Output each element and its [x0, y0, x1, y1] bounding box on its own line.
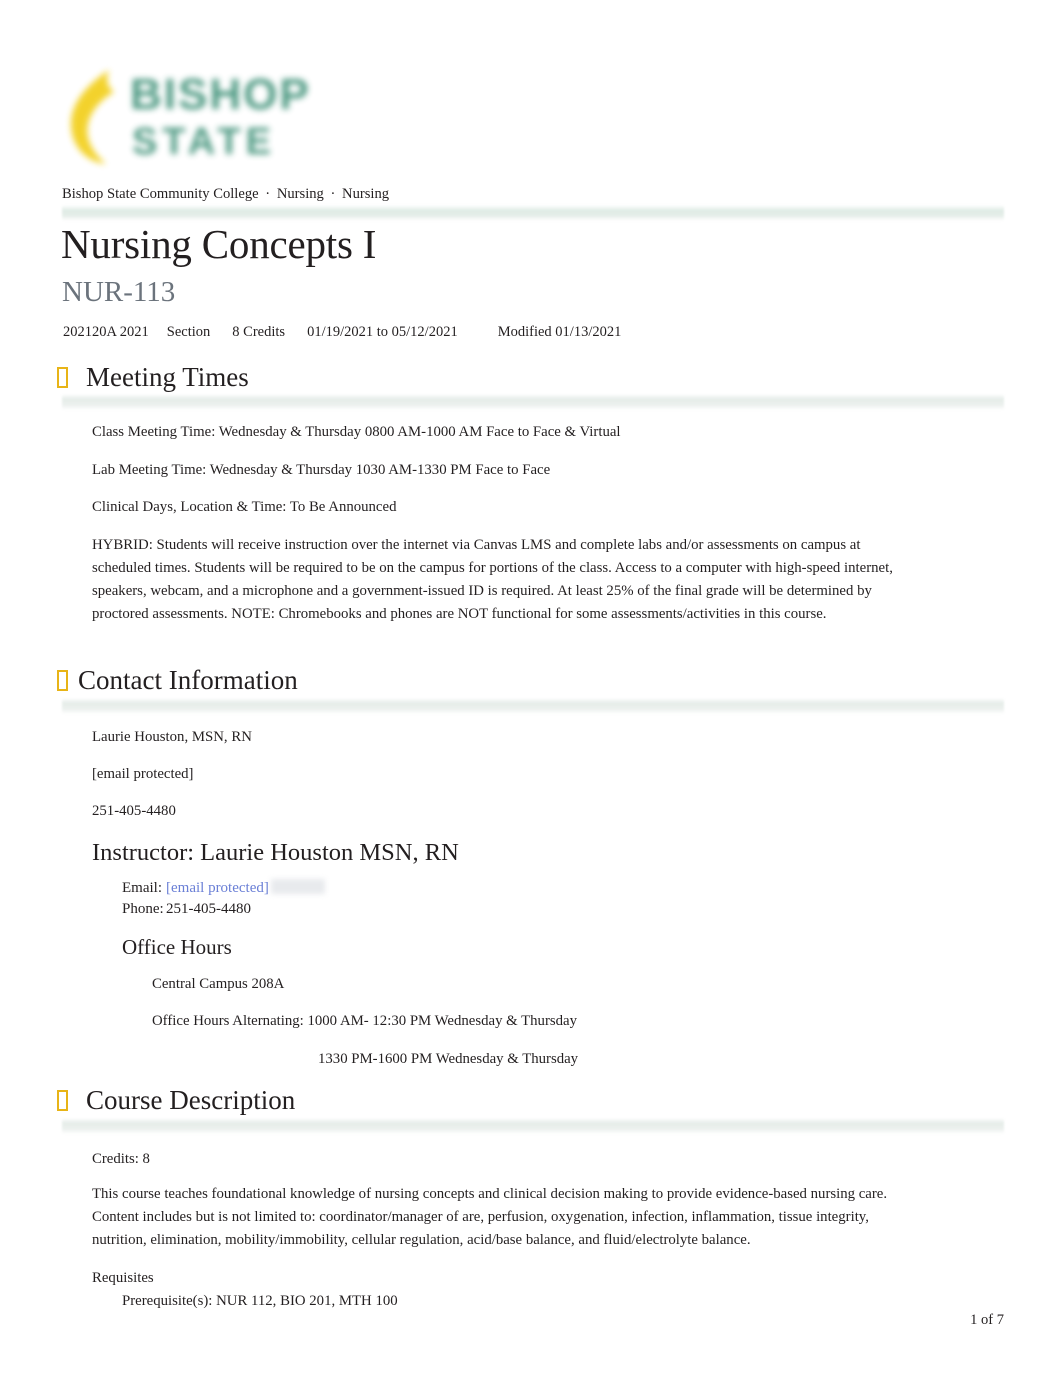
office-hours-heading: Office Hours — [122, 935, 232, 959]
institution-logo: BISHOP STATE — [62, 58, 342, 178]
section-heading-contact-information: Contact Information — [57, 664, 298, 696]
meta-section: Section — [166, 324, 211, 340]
section-heading-course-description: Course Description — [57, 1084, 295, 1116]
logo-wordmark-top: BISHOP — [130, 70, 311, 119]
requisites-label: Requisites — [92, 1270, 154, 1286]
page-title: Nursing Concepts I — [61, 221, 377, 267]
prerequisites-value: Prerequisite(s): NUR 112, BIO 201, MTH 1… — [122, 1293, 398, 1309]
meta-term: 202120A 2021 — [63, 324, 149, 340]
instructor-phone-value: 251-405-4480 — [166, 901, 251, 917]
breadcrumb-program: Nursing — [342, 186, 390, 202]
hybrid-note: HYBRID: Students will receive instructio… — [92, 537, 893, 622]
missing-glyph-box-icon — [57, 1089, 68, 1111]
course-description-text: This course teaches foundational knowled… — [92, 1186, 888, 1248]
instructor-phone-row: Phone: 251-405-4480 — [122, 899, 251, 921]
breadcrumb: Bishop State Community College · Nursing… — [62, 186, 389, 203]
contact-name: Laurie Houston, MSN, RN — [92, 729, 252, 745]
redaction-overlay — [270, 879, 325, 894]
breadcrumb-separator-1: · — [265, 186, 271, 202]
lab-meeting-time: Lab Meeting Time: Wednesday & Thursday 1… — [92, 462, 551, 478]
office-hours-line-1: Office Hours Alternating: 1000 AM- 12:30… — [152, 1013, 577, 1029]
clinical-days: Clinical Days, Location & Time: To Be An… — [92, 499, 397, 515]
section-divider-contact-information — [62, 698, 1004, 714]
meta-modified: Modified 01/13/2021 — [497, 324, 622, 340]
instructor-phone-label: Phone: — [122, 901, 164, 917]
section-title-contact-information: Contact Information — [78, 665, 298, 695]
breadcrumb-separator-2: · — [330, 186, 336, 202]
section-divider-meeting-times — [62, 394, 1004, 410]
header-divider — [62, 205, 1004, 221]
instructor-heading: Instructor: Laurie Houston MSN, RN — [92, 839, 459, 866]
flame-logo-icon — [71, 70, 114, 164]
meta-dates: 01/19/2021 to 05/12/2021 — [307, 324, 458, 340]
class-meeting-time: Class Meeting Time: Wednesday & Thursday… — [92, 424, 621, 440]
section-title-meeting-times: Meeting Times — [86, 362, 249, 392]
course-code: NUR-113 — [62, 276, 176, 308]
instructor-email-row: Email: [email protected] — [122, 878, 325, 900]
contact-phone: 251-405-4480 — [92, 803, 176, 819]
office-location: Central Campus 208A — [152, 976, 285, 992]
page-indicator: 1 of 7 — [970, 1312, 1004, 1328]
contact-email-masked: [email protected] — [92, 766, 194, 782]
breadcrumb-institution: Bishop State Community College — [62, 186, 259, 202]
instructor-email-link[interactable]: [email protected] — [166, 880, 269, 896]
office-hours-line-2: 1330 PM-1600 PM Wednesday & Thursday — [318, 1051, 579, 1067]
section-divider-course-description — [62, 1118, 1004, 1134]
breadcrumb-department: Nursing — [276, 186, 324, 202]
section-title-course-description: Course Description — [86, 1085, 296, 1115]
missing-glyph-box-icon — [57, 366, 68, 388]
missing-glyph-box-icon — [57, 669, 68, 691]
section-heading-meeting-times: Meeting Times — [57, 361, 249, 393]
meta-credits: 8 Credits — [232, 324, 286, 340]
instructor-email-label: Email: — [122, 880, 162, 896]
course-meta: 202120A 2021 Section 8 Credits 01/19/2021 t… — [63, 324, 621, 341]
logo-wordmark-bottom: STATE — [132, 121, 276, 163]
course-credits: Credits: 8 — [92, 1151, 150, 1167]
syllabus-page: BISHOP STATE Bishop State Community Coll… — [0, 0, 1062, 1377]
